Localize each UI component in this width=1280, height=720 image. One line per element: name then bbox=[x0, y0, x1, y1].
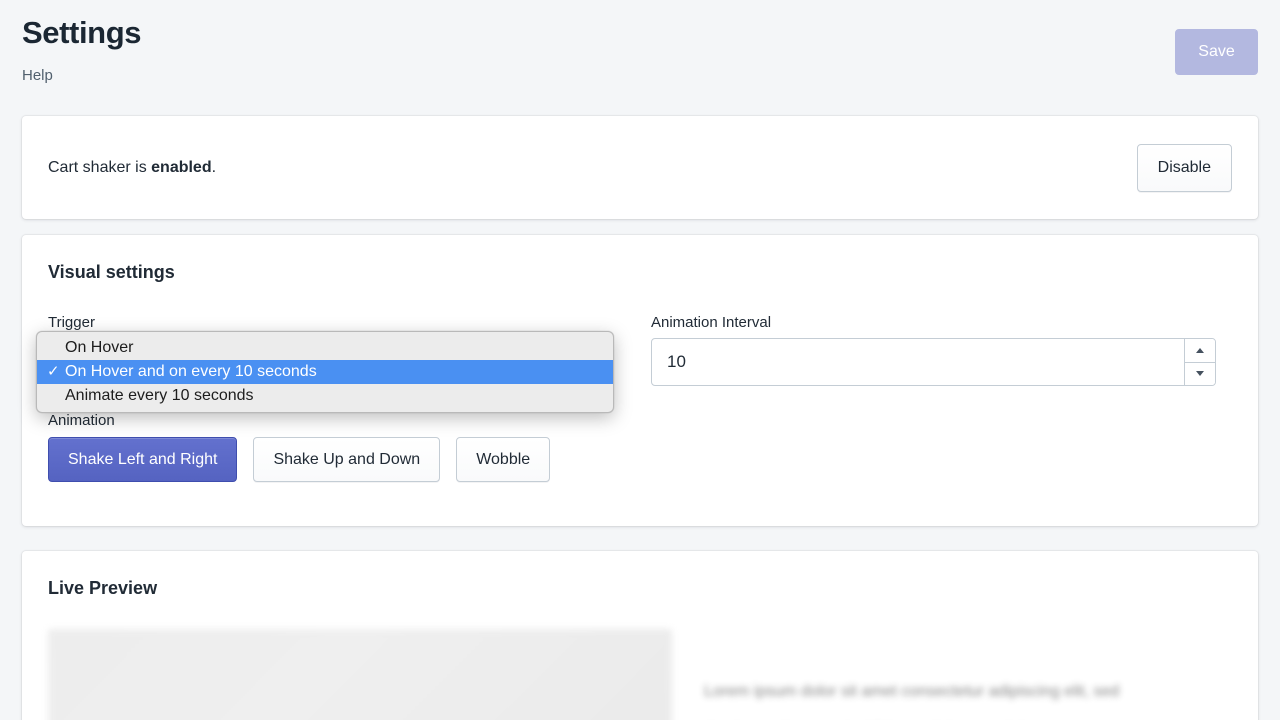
animation-label: Animation bbox=[48, 411, 1232, 431]
save-button[interactable]: Save bbox=[1175, 29, 1258, 75]
animation-interval-input[interactable] bbox=[652, 339, 1184, 385]
status-state: enabled bbox=[151, 159, 211, 176]
spinner-decrement-button[interactable] bbox=[1185, 362, 1215, 386]
page-header: Settings Help Save bbox=[0, 0, 1280, 104]
disable-button[interactable]: Disable bbox=[1137, 144, 1232, 192]
preview-copy-line-1: Lorem ipsum dolor sit amet consectetur a… bbox=[704, 677, 1232, 707]
animation-interval-field: Animation Interval bbox=[651, 313, 1216, 386]
animation-option-wobble[interactable]: Wobble bbox=[456, 437, 550, 482]
status-text: Cart shaker is enabled. bbox=[48, 159, 216, 177]
trigger-option-label: On Hover bbox=[65, 336, 133, 360]
animation-field: Animation Shake Left and Right Shake Up … bbox=[48, 411, 1232, 482]
cart-shaker-status-card: Cart shaker is enabled. Disable bbox=[22, 116, 1258, 219]
live-preview-body: Live Preview Lorem ipsum dolor sit amet … bbox=[22, 551, 1258, 720]
animation-button-group: Shake Left and Right Shake Up and Down W… bbox=[48, 437, 1232, 482]
status-card-body: Cart shaker is enabled. Disable bbox=[22, 116, 1258, 219]
trigger-option-on-hover[interactable]: On Hover bbox=[37, 336, 613, 360]
animation-option-shake-up-down[interactable]: Shake Up and Down bbox=[253, 437, 440, 482]
preview-product-image bbox=[48, 629, 672, 720]
visual-settings-title: Visual settings bbox=[48, 261, 1232, 283]
spinner-increment-button[interactable] bbox=[1185, 339, 1215, 362]
caret-down-icon bbox=[1196, 371, 1204, 376]
trigger-option-on-hover-and-interval[interactable]: ✓ On Hover and on every 10 seconds bbox=[37, 360, 613, 384]
help-link[interactable]: Help bbox=[22, 66, 53, 86]
status-text-prefix: Cart shaker is bbox=[48, 159, 151, 176]
status-text-suffix: . bbox=[212, 159, 216, 176]
caret-up-icon bbox=[1196, 348, 1204, 353]
check-icon: ✓ bbox=[47, 360, 65, 384]
animation-option-shake-left-right[interactable]: Shake Left and Right bbox=[48, 437, 237, 482]
trigger-select-dropdown[interactable]: On Hover ✓ On Hover and on every 10 seco… bbox=[36, 331, 614, 413]
animation-interval-label: Animation Interval bbox=[651, 313, 1216, 333]
page-title: Settings bbox=[22, 14, 1258, 52]
settings-page: Settings Help Save Cart shaker is enable… bbox=[0, 0, 1280, 720]
trigger-label: Trigger bbox=[48, 313, 613, 333]
status-row: Cart shaker is enabled. Disable bbox=[48, 142, 1232, 193]
trigger-option-animate-interval[interactable]: Animate every 10 seconds bbox=[37, 384, 613, 408]
preview-product-copy: Lorem ipsum dolor sit amet consectetur a… bbox=[704, 629, 1232, 720]
number-spinner[interactable] bbox=[1184, 339, 1215, 385]
animation-interval-control[interactable] bbox=[651, 338, 1216, 386]
trigger-option-label: On Hover and on every 10 seconds bbox=[65, 360, 317, 384]
live-preview-card: Live Preview Lorem ipsum dolor sit amet … bbox=[22, 551, 1258, 720]
live-preview-area: Lorem ipsum dolor sit amet consectetur a… bbox=[48, 629, 1232, 720]
live-preview-title: Live Preview bbox=[48, 577, 1232, 599]
trigger-option-label: Animate every 10 seconds bbox=[65, 384, 254, 408]
